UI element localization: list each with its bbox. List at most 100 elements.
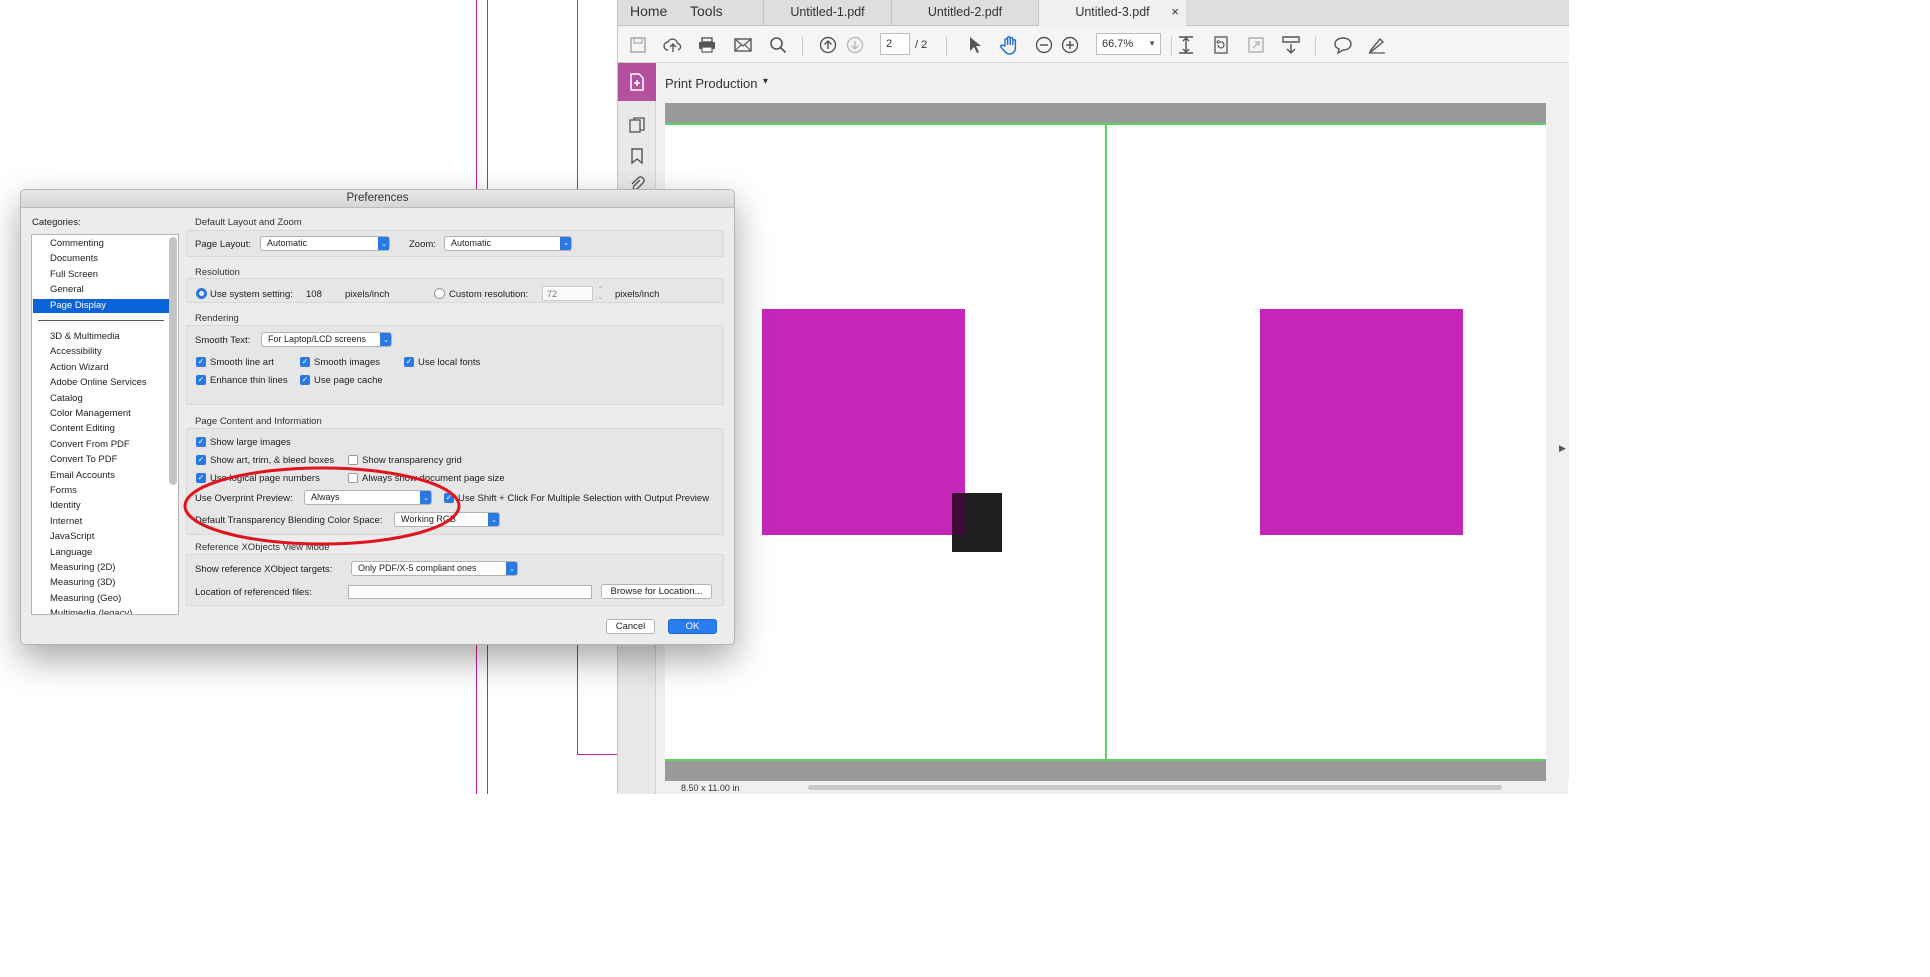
chevron-down-icon[interactable]: ▾: [763, 76, 768, 87]
category-item[interactable]: General: [33, 283, 169, 297]
zoom-out-icon[interactable]: [1034, 35, 1054, 55]
select-arrows-icon: ⌃ ⌄: [488, 513, 499, 526]
document-canvas[interactable]: [665, 103, 1546, 781]
category-item[interactable]: Measuring (2D): [33, 561, 169, 575]
search-icon[interactable]: [768, 35, 788, 55]
system-resolution-value: 108: [306, 289, 322, 300]
save-icon[interactable]: [628, 35, 648, 55]
pdf-page: [665, 123, 1546, 761]
right-panel-rail: ▶: [1547, 103, 1569, 781]
page-layout-select[interactable]: Automatic ⌃ ⌄: [260, 236, 390, 251]
smooth-text-label: Smooth Text:: [195, 335, 251, 346]
rotate-icon[interactable]: [1211, 35, 1231, 55]
browse-button[interactable]: Browse for Location...: [601, 584, 712, 599]
email-icon[interactable]: [733, 35, 753, 55]
location-input[interactable]: [348, 585, 592, 599]
category-item[interactable]: Language: [33, 546, 169, 560]
close-icon[interactable]: ×: [1171, 0, 1179, 24]
category-item[interactable]: Measuring (3D): [33, 576, 169, 590]
category-item[interactable]: Color Management: [33, 407, 169, 421]
magenta-square: [762, 309, 965, 535]
category-item[interactable]: Content Editing: [33, 422, 169, 436]
select-icon[interactable]: [964, 35, 984, 55]
horizontal-scrollbar[interactable]: [808, 785, 1502, 790]
xobject-targets-select[interactable]: Only PDF/X-5 compliant ones ⌃ ⌄: [351, 561, 518, 576]
page-total: / 2: [915, 39, 928, 51]
expand-panel-icon[interactable]: ▶: [1559, 443, 1566, 454]
tab-untitled-3[interactable]: Untitled-3.pdf ×: [1038, 0, 1186, 26]
fit-page-icon[interactable]: [1176, 35, 1196, 55]
tab-untitled-2[interactable]: Untitled-2.pdf: [891, 0, 1038, 26]
bookmark-icon[interactable]: [628, 147, 646, 170]
select-arrows-icon: ⌃ ⌄: [378, 237, 389, 250]
smooth-images-label: Smooth images: [314, 357, 381, 368]
upload-icon[interactable]: [663, 35, 683, 55]
sign-icon[interactable]: [1367, 35, 1387, 55]
category-item[interactable]: Email Accounts: [33, 469, 169, 483]
cancel-button[interactable]: Cancel: [606, 619, 655, 634]
chevron-down-icon: ▼: [1148, 39, 1156, 48]
thin-lines-checkbox[interactable]: ✓: [196, 375, 206, 385]
section-rendering: Rendering: [195, 313, 239, 324]
page-down-icon[interactable]: [845, 35, 865, 55]
print-production-menu[interactable]: Print Production: [665, 76, 758, 91]
category-item[interactable]: Catalog: [33, 392, 169, 406]
fullscreen-icon[interactable]: [1246, 35, 1266, 55]
trim-box-line: [1105, 123, 1107, 761]
category-item[interactable]: Identity: [33, 499, 169, 513]
ok-button[interactable]: OK: [668, 619, 717, 634]
smooth-text-select[interactable]: For Laptop/LCD screens ⌃ ⌄: [261, 332, 392, 347]
category-item[interactable]: JavaScript: [33, 530, 169, 544]
pages-icon[interactable]: [628, 116, 646, 139]
page-cache-checkbox[interactable]: ✓: [300, 375, 310, 385]
smooth-line-art-checkbox[interactable]: ✓: [196, 357, 206, 367]
system-resolution-radio[interactable]: [196, 288, 207, 299]
category-item[interactable]: Page Display: [33, 298, 169, 313]
page-up-icon[interactable]: [818, 35, 838, 55]
zoom-in-icon[interactable]: [1060, 35, 1080, 55]
category-item[interactable]: Convert To PDF: [33, 453, 169, 467]
zoom-select[interactable]: Automatic ⌄: [444, 236, 572, 251]
large-images-checkbox[interactable]: ✓: [196, 437, 206, 447]
custom-resolution-radio[interactable]: [434, 288, 445, 299]
print-production-tool-icon[interactable]: [618, 63, 656, 101]
category-item[interactable]: Multimedia (legacy): [33, 607, 169, 614]
system-setting-label: Use system setting:: [210, 289, 293, 300]
category-item[interactable]: 3D & Multimedia: [33, 330, 169, 344]
nav-tools[interactable]: Tools: [690, 3, 723, 19]
tab-untitled-1[interactable]: Untitled-1.pdf: [763, 0, 891, 26]
zoom-select[interactable]: 66.7% ▼: [1096, 33, 1161, 55]
category-item[interactable]: Documents: [33, 252, 169, 266]
units-label: pixels/inch: [345, 289, 390, 300]
smooth-images-checkbox[interactable]: ✓: [300, 357, 310, 367]
select-value: Only PDF/X-5 compliant ones: [358, 563, 477, 573]
zoom-value: 66.7%: [1102, 38, 1134, 50]
category-item[interactable]: Forms: [33, 484, 169, 498]
stepper-icon[interactable]: ⌃ ⌄: [597, 286, 604, 301]
hand-icon[interactable]: [999, 35, 1019, 55]
category-item[interactable]: Commenting: [33, 237, 169, 251]
category-item[interactable]: Adobe Online Services: [33, 376, 169, 390]
print-icon[interactable]: [697, 35, 717, 55]
page-layout-label: Page Layout:: [195, 239, 251, 250]
nav-home[interactable]: Home: [630, 3, 667, 19]
category-list: Commenting Documents Full Screen General Pag…: [31, 234, 179, 615]
comment-icon[interactable]: [1333, 35, 1353, 55]
custom-resolution-label: Custom resolution:: [449, 289, 529, 300]
zoom-label: Zoom:: [409, 239, 436, 250]
thin-lines-label: Enhance thin lines: [210, 375, 288, 386]
local-fonts-checkbox[interactable]: ✓: [404, 357, 414, 367]
location-label: Location of referenced files:: [195, 587, 312, 598]
custom-resolution-input[interactable]: [542, 286, 593, 301]
local-fonts-label: Use local fonts: [418, 357, 481, 368]
category-item[interactable]: Accessibility: [33, 345, 169, 359]
category-scrollbar[interactable]: [169, 237, 177, 485]
units-label: pixels/inch: [615, 289, 660, 300]
page-number-input[interactable]: 2: [880, 33, 910, 55]
category-item[interactable]: Convert From PDF: [33, 438, 169, 452]
category-item[interactable]: Internet: [33, 515, 169, 529]
scroll-mode-icon[interactable]: [1281, 35, 1301, 55]
category-item[interactable]: Measuring (Geo): [33, 592, 169, 606]
category-item[interactable]: Full Screen: [33, 268, 169, 282]
category-item[interactable]: Action Wizard: [33, 361, 169, 375]
